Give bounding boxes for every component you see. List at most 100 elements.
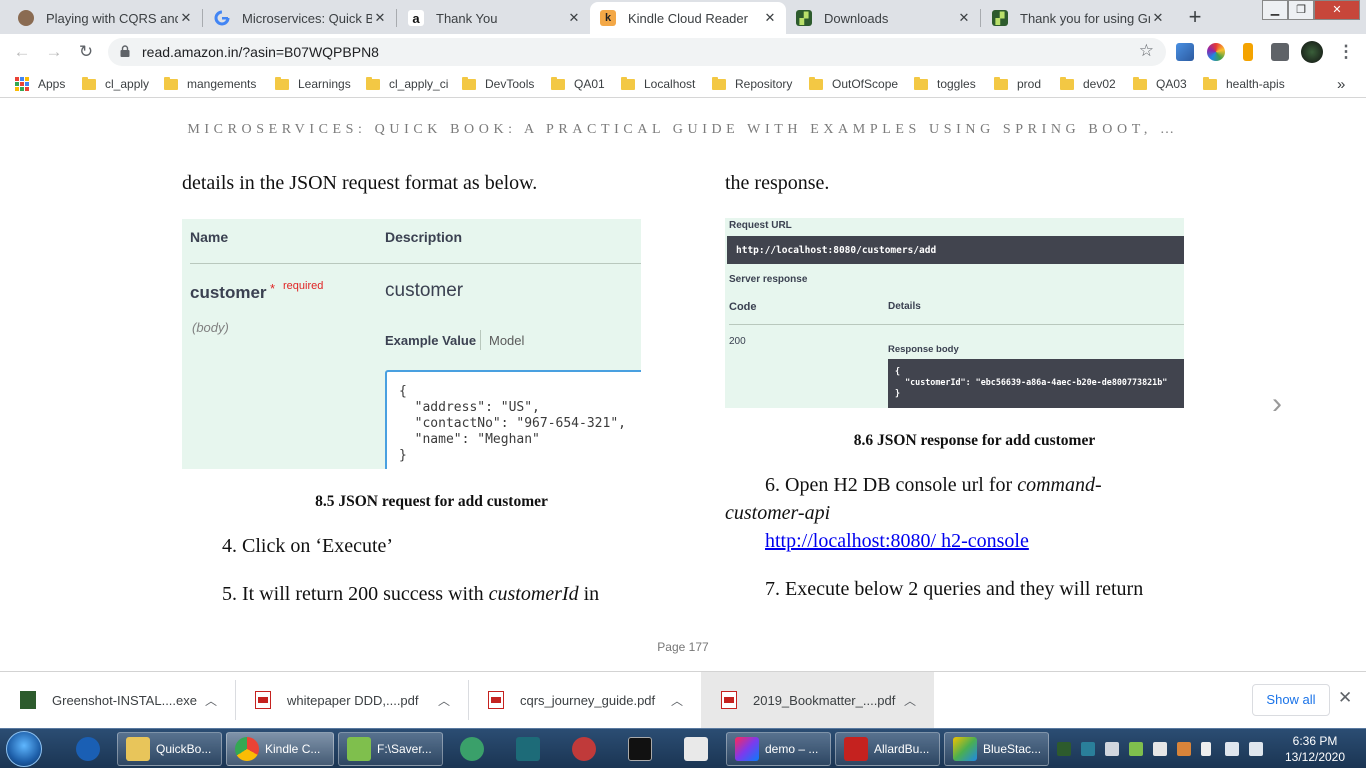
google-icon [214, 10, 230, 26]
chevron-up-icon[interactable]: ︿ [438, 692, 450, 709]
tab-downloads[interactable]: ▞ Downloads ✕ [786, 2, 980, 34]
required-star: * [270, 281, 276, 296]
next-page-button[interactable]: › [1272, 387, 1282, 421]
taskbar-app-chrome[interactable]: Kindle C... [226, 732, 334, 766]
taskbar-label: AllardBu... [874, 742, 930, 756]
tab-cqrs[interactable]: Playing with CQRS and E ✕ [8, 2, 202, 34]
extension-eyedropper-icon[interactable] [1176, 43, 1194, 61]
download-item[interactable]: 2019_Bookmatter_....pdf ︿ [701, 672, 934, 728]
download-item[interactable]: cqrs_journey_guide.pdf ︿ [468, 672, 701, 728]
tab-title: Thank You [436, 10, 498, 26]
tab-thank-you[interactable]: a Thank You ✕ [398, 2, 590, 34]
bookmark-label: toggles [937, 77, 976, 91]
taskbar-app[interactable] [620, 732, 656, 766]
pdf-file-icon [255, 691, 271, 709]
display-icon[interactable] [1225, 742, 1239, 756]
reload-button[interactable]: ↻ [74, 40, 98, 64]
start-button[interactable] [6, 731, 42, 767]
bookmark-folder[interactable]: Localhost [621, 76, 695, 92]
taskbar-app-pdf-reader[interactable]: AllardBu... [835, 732, 940, 766]
tab-thank-you-greenshot[interactable]: ▞ Thank you for using Gree ✕ [982, 2, 1174, 34]
flag-icon[interactable] [1201, 742, 1211, 756]
taskbar-app[interactable] [676, 732, 712, 766]
chevron-up-icon[interactable]: ︿ [904, 692, 916, 709]
taskbar-label: demo – ... [765, 742, 819, 756]
bookmark-folder[interactable]: QA03 [1133, 76, 1187, 92]
show-all-button[interactable]: Show all [1252, 684, 1330, 716]
bookmark-folder[interactable]: DevTools [462, 76, 534, 92]
notepad-icon [347, 737, 371, 761]
bookmark-label: mangements [187, 77, 257, 91]
back-button[interactable]: ← [10, 40, 34, 64]
bookmark-folder[interactable]: prod [994, 76, 1041, 92]
step-5-text: 5. It will return 200 success with custo… [222, 583, 599, 606]
close-icon[interactable]: ✕ [762, 10, 778, 26]
taskbar-app-notepad[interactable]: F:\Saver... [338, 732, 443, 766]
book-title: MICROSERVICES: QUICK BOOK: A PRACTICAL G… [187, 122, 1179, 137]
download-item[interactable]: Greenshot-INSTAL....exe ︿ [0, 672, 235, 728]
bookmark-apps[interactable]: Apps [15, 76, 65, 92]
folder-icon [914, 76, 928, 90]
bookmark-folder[interactable]: QA01 [551, 76, 605, 92]
greenshot-tray-icon[interactable] [1057, 742, 1071, 756]
close-icon[interactable]: ✕ [178, 10, 194, 26]
system-clock[interactable]: 6:36 PM 13/12/2020 [1270, 733, 1360, 765]
close-icon[interactable]: ✕ [372, 10, 388, 26]
tray-icon[interactable] [1129, 742, 1143, 756]
pdf-file-icon [488, 691, 504, 709]
bookmark-folder[interactable]: mangements [164, 76, 256, 92]
download-item[interactable]: whitepaper DDD,....pdf ︿ [235, 672, 468, 728]
close-window-button[interactable]: ✕ [1314, 0, 1360, 20]
col-description-header: Description [385, 229, 463, 245]
shield-icon[interactable] [1105, 742, 1119, 756]
close-icon[interactable]: ✕ [1150, 10, 1166, 26]
close-icon[interactable]: ✕ [566, 10, 582, 26]
volume-icon[interactable] [1249, 742, 1263, 756]
maximize-button[interactable]: ❐ [1288, 0, 1314, 20]
folder-icon [275, 76, 289, 90]
taskbar-app-explorer[interactable]: QuickBo... [117, 732, 222, 766]
bookmark-label: health-apis [1226, 77, 1285, 91]
intellij-icon [735, 737, 759, 761]
forward-button[interactable]: → [42, 40, 66, 64]
bookmark-folder[interactable]: OutOfScope [809, 76, 898, 92]
bookmark-folder[interactable]: Learnings [275, 76, 351, 92]
tray-icon[interactable] [1081, 742, 1095, 756]
chevron-up-icon[interactable]: ︿ [205, 692, 217, 709]
tab-kindle-cloud-reader[interactable]: k Kindle Cloud Reader ✕ [590, 2, 786, 34]
bookmark-folder[interactable]: cl_apply_ci [366, 76, 448, 92]
bookmark-folder[interactable]: dev02 [1060, 76, 1116, 92]
taskbar-app[interactable] [508, 732, 544, 766]
network-icon[interactable] [1153, 742, 1167, 756]
chrome-icon [235, 737, 259, 761]
bookmark-folder[interactable]: health-apis [1203, 76, 1285, 92]
menu-kebab-icon[interactable]: ⋮ [1334, 40, 1358, 64]
tray-icon[interactable] [1177, 742, 1191, 756]
extensions-puzzle-icon[interactable] [1271, 43, 1289, 61]
close-icon[interactable]: ✕ [956, 10, 972, 26]
bookmark-star-icon[interactable]: ☆ [1139, 41, 1154, 61]
chevron-up-icon[interactable]: ︿ [671, 692, 683, 709]
folder-icon [712, 76, 726, 90]
minimize-button[interactable]: ▁ [1262, 0, 1288, 20]
address-bar[interactable]: read.amazon.in/?asin=B07WQPBPN8 ☆ [108, 38, 1166, 66]
extension-arrow-icon[interactable] [1243, 43, 1253, 61]
taskbar-label: F:\Saver... [377, 742, 432, 756]
extension-color-icon[interactable] [1207, 43, 1225, 61]
taskbar-app-intellij[interactable]: demo – ... [726, 732, 831, 766]
bookmark-folder[interactable]: toggles [914, 76, 976, 92]
step-5-suffix: in [578, 583, 600, 605]
taskbar-app[interactable] [564, 732, 600, 766]
bookmark-folder[interactable]: cl_apply [82, 76, 149, 92]
taskbar-app[interactable] [452, 732, 488, 766]
profile-avatar[interactable] [1301, 41, 1323, 63]
status-code: 200 [729, 336, 746, 347]
tab-microservices[interactable]: Microservices: Quick Boo ✕ [204, 2, 396, 34]
taskbar-app[interactable] [68, 732, 104, 766]
h2-console-link[interactable]: http://localhost:8080/ h2-console [765, 530, 1029, 553]
new-tab-button[interactable]: + [1181, 4, 1209, 32]
close-shelf-button[interactable]: ✕ [1338, 688, 1352, 708]
bookmark-folder[interactable]: Repository [712, 76, 792, 92]
more-bookmarks-button[interactable]: » [1337, 76, 1345, 93]
taskbar-app-bluestacks[interactable]: BlueStac... [944, 732, 1049, 766]
